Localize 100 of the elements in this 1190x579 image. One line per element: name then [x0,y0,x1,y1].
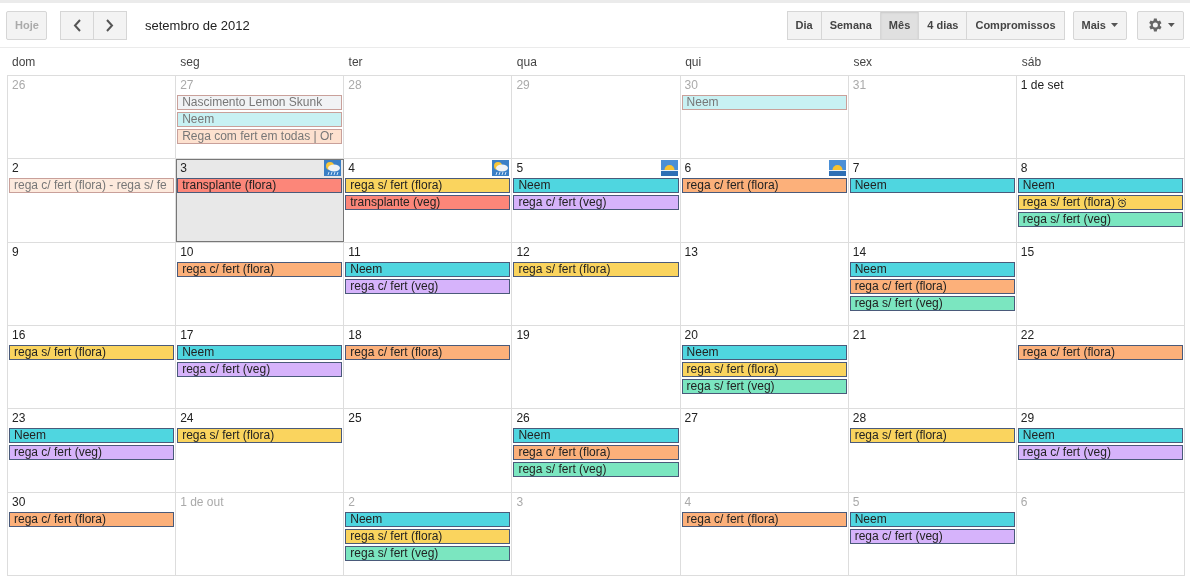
event-chip[interactable]: Neem [177,345,343,360]
event-chip[interactable]: rega s/ fert (flora) [681,362,847,377]
event-chip[interactable]: Neem [9,428,175,444]
event-chip[interactable]: Rega com fert em todas | Or [177,129,343,144]
day-cell[interactable]: 27 Nascimento Lemon Skunk Neem Rega com fert em todas | Or [176,76,345,159]
weekday-label: sáb [1020,54,1043,71]
day-cell[interactable]: 17 Neem rega c/ fert (veg) [176,326,345,409]
day-cell[interactable]: 6 rega c/ fert (flora) [680,159,849,242]
view-tab[interactable]: Dia [786,10,822,40]
event-chip[interactable]: rega s/ fert (flora) [345,178,511,194]
event-chip[interactable]: rega s/ fert (veg) [1017,212,1183,228]
day-number: 30 [683,77,698,93]
event-chip[interactable]: rega c/ fert (flora) [9,511,175,527]
day-cell[interactable]: 22 rega c/ fert (flora) [1016,326,1185,409]
weekday-label: ter [347,54,364,71]
event-chip[interactable]: Neem [1017,428,1183,444]
day-cell[interactable]: 14 Neem rega c/ fert (flora) rega s/ fert (veg) [848,242,1017,325]
day-cell[interactable]: 3 transplante (flora) [176,159,345,242]
event-chip[interactable]: transplante (flora) [177,178,343,194]
event-chip[interactable]: rega s/ fert (veg) [681,379,847,394]
event-chip[interactable]: rega c/ fert (veg) [9,445,175,461]
event-chip[interactable]: rega c/ fert (flora) [849,278,1015,294]
day-cell[interactable]: 2 Neem rega s/ fert (flora) rega s/ fert (veg) [344,492,513,575]
view-tab[interactable]: Mês [879,10,920,40]
day-number: 8 [1019,160,1028,177]
day-cell[interactable]: 16 rega s/ fert (flora) [8,326,177,409]
event-chip[interactable]: rega s/ fert (flora) [849,428,1015,444]
day-cell[interactable]: 11 Neem rega c/ fert (veg) [344,242,513,325]
day-cell[interactable]: 28 rega s/ fert (flora) [848,409,1017,492]
day-number: 29 [1019,410,1035,427]
day-number: 2 [11,160,19,177]
event-chip[interactable]: Neem [345,511,511,527]
event-chip[interactable]: Neem [849,178,1015,194]
event-chip[interactable]: rega c/ fert (flora) [345,345,511,360]
event-chip[interactable]: rega s/ fert (veg) [513,462,679,478]
view-tab[interactable]: 4 dias [918,10,968,40]
event-chip[interactable]: Neem [1017,178,1183,194]
event-chip[interactable]: rega s/ fert (flora) [1017,195,1183,211]
next-button[interactable] [93,10,127,40]
view-tab[interactable]: Compromissos [966,10,1065,40]
day-cell[interactable]: 5 Neem rega c/ fert (veg) [848,492,1017,575]
day-number: 31 [851,77,867,93]
day-number: 28 [347,77,362,93]
day-cell[interactable]: 23 Neem rega c/ fert (veg) [8,409,177,492]
event-chip[interactable]: Neem [513,178,679,194]
event-chip[interactable]: Neem [681,95,847,110]
more-button[interactable]: Mais [1072,10,1127,40]
event-chip[interactable]: Neem [681,345,847,360]
day-number: 30 [11,493,26,510]
event-chip[interactable]: rega s/ fert (veg) [345,545,511,561]
event-chip[interactable]: transplante (veg) [345,195,511,211]
event-chip[interactable]: rega c/ fert (veg) [1017,445,1183,461]
event-chip[interactable]: Neem [345,261,511,277]
day-cell[interactable]: 8 Neem rega s/ fert (flora) rega s/ fert (veg) [1016,159,1185,242]
day-cell[interactable]: 2 rega c/ fert (flora) - rega s/ fe [8,159,177,242]
settings-icon [1146,16,1164,34]
event-chip[interactable]: rega c/ fert (flora) [1017,345,1183,360]
event-chip[interactable]: rega c/ fert (flora) [513,445,679,461]
event-chip[interactable]: rega c/ fert (flora) [177,261,343,277]
day-number: 16 [11,327,26,343]
event-chip[interactable]: rega c/ fert (veg) [345,278,511,294]
day-number: 28 [851,410,867,427]
event-chip[interactable]: rega s/ fert (flora) [513,261,679,277]
event-chip[interactable]: rega c/ fert (flora) [681,511,847,527]
chevron-right-icon [106,18,114,32]
day-number: 20 [683,327,698,343]
day-number: 15 [1019,243,1035,260]
event-chip[interactable]: rega c/ fert (flora) [681,178,847,194]
day-number: 6 [683,160,692,177]
day-cell[interactable]: 29 Neem rega c/ fert (veg) [1016,409,1185,492]
event-chip[interactable]: rega s/ fert (flora) [177,428,343,444]
event-chip[interactable]: rega c/ fert (veg) [177,362,343,377]
event-chip[interactable]: rega c/ fert (veg) [849,528,1015,544]
day-cell[interactable]: 5 Neem rega c/ fert (veg) [512,159,681,242]
event-chip[interactable]: Neem [849,511,1015,527]
event-chip[interactable]: Neem [513,428,679,444]
event-chip[interactable]: rega c/ fert (flora) - rega s/ fe [9,178,175,194]
day-cell[interactable]: 4 rega c/ fert (flora) [680,492,849,575]
event-chip[interactable]: rega s/ fert (flora) [345,528,511,544]
day-cell[interactable]: 20 Neem rega s/ fert (flora) rega s/ fert (veg) [680,326,849,409]
day-cell[interactable]: 7 Neem [848,159,1017,242]
day-cell[interactable]: 26 Neem rega c/ fert (flora) rega s/ fert (veg) [512,409,681,492]
day-cell[interactable]: 12 rega s/ fert (flora) [512,242,681,325]
event-chip[interactable]: Nascimento Lemon Skunk [177,95,343,110]
day-cell[interactable]: 30 rega c/ fert (flora) [8,492,177,575]
day-cell[interactable]: 18 rega c/ fert (flora) [344,326,513,409]
event-chip[interactable]: Neem [849,261,1015,277]
day-cell[interactable]: 24 rega s/ fert (flora) [176,409,345,492]
day-cell[interactable]: 4 rega s/ fert (flora) transplante (veg) [344,159,513,242]
day-cell[interactable]: 30 Neem [680,76,849,159]
event-chip[interactable]: Neem [177,112,343,127]
day-cell[interactable]: 10 rega c/ fert (flora) [176,242,345,325]
event-chip[interactable]: rega c/ fert (veg) [513,195,679,211]
view-tab[interactable]: Semana [820,10,881,40]
settings-button[interactable] [1137,10,1184,40]
event-chip[interactable]: rega s/ fert (flora) [9,345,175,360]
event-chip[interactable]: rega s/ fert (veg) [849,295,1015,311]
day-number: 10 [179,243,194,260]
previous-button[interactable] [60,10,94,40]
day-number: 12 [515,243,530,260]
